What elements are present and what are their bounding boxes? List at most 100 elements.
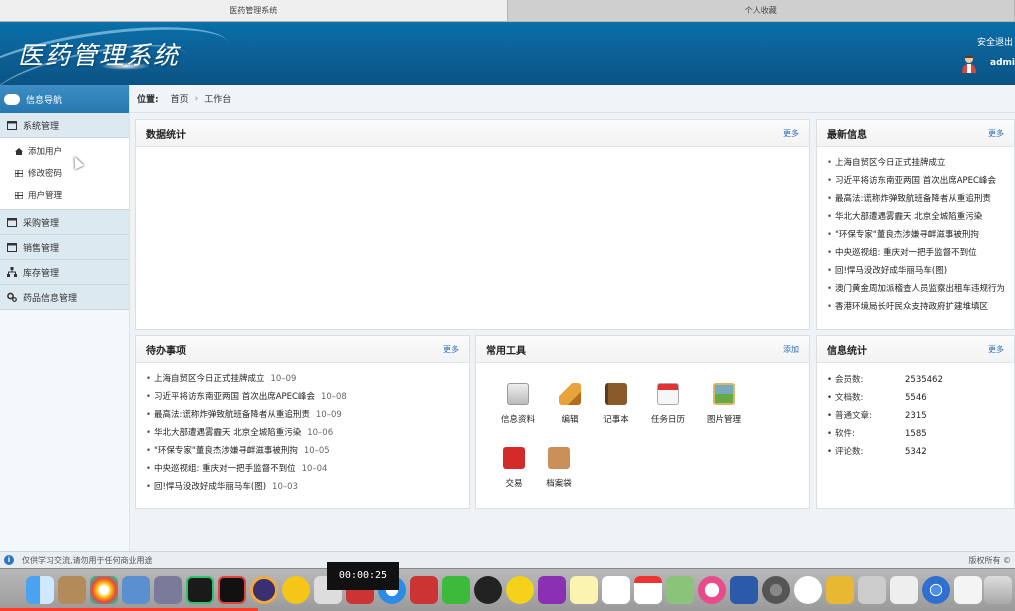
sidebar-item-add-user[interactable]: 添加用户 — [0, 140, 129, 162]
intellij-icon[interactable] — [218, 576, 246, 604]
breadcrumb-home[interactable]: 首页 — [171, 92, 189, 105]
list-item[interactable]: • 华北大部遭遇雾霾天 北京全城陷重污染 10–06 — [146, 424, 459, 442]
documents-icon[interactable] — [954, 576, 982, 604]
stat-value: 5342 — [905, 447, 927, 457]
sidebar-group-label: 采购管理 — [23, 218, 60, 229]
pycharm-icon[interactable] — [186, 576, 214, 604]
baidu-netdisk-icon[interactable] — [794, 576, 822, 604]
list-item[interactable]: • 上海自贸区今日正式挂牌成立 10–09 — [146, 370, 459, 388]
list-icon — [15, 191, 23, 199]
more-link[interactable]: 更多 — [988, 344, 1004, 355]
calendar-app-icon[interactable] — [634, 576, 662, 604]
news-title: 回!悍马没改好成华丽马车(图) — [835, 266, 948, 276]
trash-icon[interactable] — [984, 576, 1012, 604]
logout-link[interactable]: 安全退出 — [977, 35, 1013, 48]
wechat-icon[interactable] — [442, 576, 470, 604]
list-item[interactable]: • 上海自贸区今日正式挂牌成立 — [827, 154, 1004, 172]
finder-icon[interactable] — [26, 576, 54, 604]
navicat-icon[interactable] — [826, 576, 854, 604]
calendar-icon — [7, 218, 17, 227]
add-link[interactable]: 添加 — [783, 344, 799, 355]
todo-list: • 上海自贸区今日正式挂牌成立 10–09 • 习近平将访东南亚两国 首次出席APEC… — [136, 363, 469, 503]
tool-picture-manager[interactable]: 图片管理 — [694, 383, 754, 425]
sidebar-group-drug-info[interactable]: 药品信息管理 — [0, 285, 129, 310]
panel-header: 待办事项 更多 — [136, 336, 469, 363]
list-item[interactable]: • 回!悍马没改好成华丽马车(图) — [827, 262, 1004, 280]
stat-value: 2535462 — [905, 375, 943, 385]
chrome-icon[interactable] — [922, 576, 950, 604]
stat-key: 普通文章: — [835, 411, 872, 421]
list-item[interactable]: • 香港环境局长吁民众支持政府扩建堆填区 — [827, 298, 1004, 316]
terminal-icon[interactable] — [858, 576, 886, 604]
sidebar-item-label: 用户管理 — [28, 191, 63, 201]
list-item[interactable]: • 中央巡视组: 重庆对一把手监督不到位 10–04 — [146, 460, 459, 478]
news-title: 香港环境局长吁民众支持政府扩建堆填区 — [835, 302, 989, 312]
panel-data-stats: 数据统计 更多 — [135, 119, 810, 330]
itunes-icon[interactable] — [698, 576, 726, 604]
todo-date: 10–04 — [301, 464, 328, 474]
sidebar-group-purchase[interactable]: 采购管理 — [0, 210, 129, 235]
tool-label: 任务日历 — [650, 415, 685, 425]
stat-row: • 软件: 1585 — [827, 425, 1004, 443]
sidebar-group-inventory[interactable]: 库存管理 — [0, 260, 129, 285]
news-title: 澳门黄金周加派稽查人员监察出租车违规行为 — [835, 284, 1004, 294]
bullet: • — [827, 393, 833, 403]
reminders-icon[interactable] — [602, 576, 630, 604]
eclipse-icon[interactable] — [250, 576, 278, 604]
bullet: • — [827, 302, 833, 312]
more-link[interactable]: 更多 — [988, 128, 1004, 139]
panel-title: 最新信息 — [827, 129, 867, 141]
todo-date: 10–03 — [272, 482, 298, 492]
tree-icon — [7, 267, 17, 277]
pencil-icon — [559, 383, 581, 405]
list-item[interactable]: • "环保专家"董良杰涉嫌寻衅滋事被刑拘 10–05 — [146, 442, 459, 460]
more-link[interactable]: 更多 — [443, 344, 459, 355]
bullet: • — [827, 266, 833, 276]
bullet: • — [146, 392, 152, 402]
qq-icon[interactable] — [474, 576, 502, 604]
list-item[interactable]: • 中央巡视组: 重庆对一把手监督不到位 — [827, 244, 1004, 262]
word-icon[interactable] — [730, 576, 758, 604]
tool-archive[interactable]: 档案袋 — [529, 447, 589, 489]
music-app-icon[interactable] — [506, 576, 534, 604]
sidebar-submenu: 添加用户 修改密码 用户管理 — [0, 138, 129, 210]
sidebar-group-sales[interactable]: 销售管理 — [0, 235, 129, 260]
list-item[interactable]: • 澳门黄金周加派稽查人员监察出租车违规行为 — [827, 280, 1004, 298]
photos-icon[interactable] — [90, 576, 118, 604]
tool-info-data[interactable]: 信息资料 — [488, 383, 548, 425]
launchpad-icon[interactable] — [154, 576, 182, 604]
panel-latest-news: 最新信息 更多 • 上海自贸区今日正式挂牌成立 • 习近平将访东南亚两国 首次出席A… — [816, 119, 1015, 330]
maps-icon[interactable] — [666, 576, 694, 604]
list-item[interactable]: • 最高法:谎称炸弹致航班备降者从重追刑责 10–09 — [146, 406, 459, 424]
tool-notebook[interactable]: 记事本 — [586, 383, 646, 425]
stats-list: • 会员数: 2535462 • 文档数: 5546 • 普通文章: 2315 • 软件: 15… — [817, 363, 1014, 469]
java-icon[interactable] — [890, 576, 918, 604]
bullet: • — [146, 410, 152, 420]
tab-medical-system[interactable]: 医药管理系统 — [0, 0, 508, 21]
todo-text: "环保专家"董良杰涉嫌寻衅滋事被刑拘 — [154, 446, 298, 456]
sidebar-group-label: 药品信息管理 — [23, 293, 78, 304]
sidebar-group-system[interactable]: 系统管理 — [0, 113, 129, 138]
list-item[interactable]: • 习近平将访东南亚两国 首次出席APEC峰会 10–08 — [146, 388, 459, 406]
list-item[interactable]: • "环保专家"董良杰涉嫌寻衅滋事被刑拘 — [827, 226, 1004, 244]
notes-app-icon[interactable] — [570, 576, 598, 604]
panel-header: 最新信息 更多 — [817, 120, 1014, 147]
axure-rp-icon[interactable] — [538, 576, 566, 604]
stickies-icon[interactable] — [282, 576, 310, 604]
list-item[interactable]: • 习近平将访东南亚两国 首次出席APEC峰会 — [827, 172, 1004, 190]
tab-favorites[interactable]: 个人收藏 — [507, 0, 1015, 21]
sidebar-item-change-password[interactable]: 修改密码 — [0, 162, 129, 184]
screen-record-icon[interactable] — [410, 576, 438, 604]
stat-value: 2315 — [905, 411, 927, 421]
more-link[interactable]: 更多 — [783, 128, 799, 139]
list-item[interactable]: • 回!悍马没改好成华丽马车(图) 10–03 — [146, 478, 459, 496]
tool-task-calendar[interactable]: 任务日历 — [638, 383, 698, 425]
preview-icon[interactable] — [122, 576, 150, 604]
system-preferences-icon[interactable] — [762, 576, 790, 604]
user-name[interactable]: admin — [990, 58, 1015, 68]
list-item[interactable]: • 最高法:谎称炸弹致航班备降者从重追刑责 — [827, 190, 1004, 208]
sidebar-item-user-management[interactable]: 用户管理 — [0, 184, 129, 206]
list-item[interactable]: • 华北大部遭遇雾霾天 北京全城陷重污染 — [827, 208, 1004, 226]
notes-icon[interactable] — [58, 576, 86, 604]
copyright-text: 版权所有 © — [968, 556, 1011, 565]
